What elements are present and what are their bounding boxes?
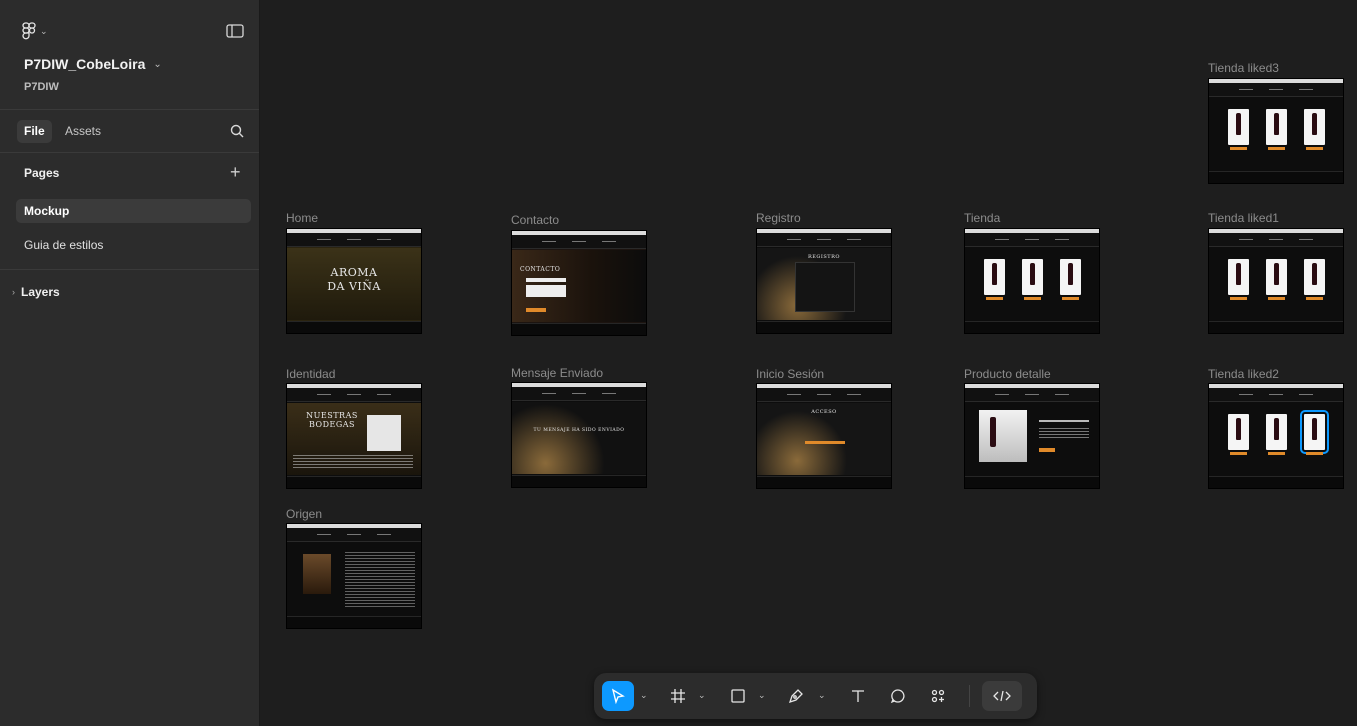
frame-producto-detalle[interactable]	[964, 383, 1100, 489]
divider	[0, 269, 259, 270]
frame-origen[interactable]	[286, 523, 422, 629]
chevron-down-icon[interactable]: ⌄	[818, 690, 826, 701]
pages-header: Pages	[24, 166, 60, 180]
divider	[969, 685, 970, 707]
frame-label-home[interactable]: Home	[286, 211, 318, 225]
project-name: P7DIW_CobeLoira	[24, 56, 146, 72]
dev-mode-toggle[interactable]	[982, 681, 1022, 711]
actions-tool-button[interactable]	[924, 681, 952, 711]
design-canvas[interactable]: Home Contacto Registro Tienda Tienda lik…	[261, 0, 1357, 726]
layers-label: Layers	[21, 285, 60, 299]
left-sidebar: ⌄ P7DIW_CobeLoira ⌄ P7DIW File Assets Pa…	[0, 0, 260, 726]
frame-tienda-liked3[interactable]	[1208, 78, 1344, 184]
frame-contacto[interactable]: CONTACTO	[511, 230, 647, 336]
move-tool-button[interactable]	[602, 681, 634, 711]
search-button[interactable]	[230, 124, 244, 143]
frame-label-tienda-liked3[interactable]: Tienda liked3	[1208, 61, 1279, 75]
frame-icon	[671, 689, 685, 703]
frame-home[interactable]: AROMA DA VIÑA	[286, 228, 422, 334]
toggle-sidebar-button[interactable]	[226, 24, 244, 43]
cursor-icon	[611, 688, 625, 704]
rectangle-icon	[731, 689, 745, 703]
bottom-toolbar: ⌄ ⌄ ⌄ ⌄	[594, 673, 1037, 719]
chevron-down-icon[interactable]: ⌄	[758, 690, 766, 701]
code-icon	[993, 690, 1011, 702]
layers-section-toggle[interactable]: › Layers	[12, 285, 60, 299]
chevron-right-icon: ›	[12, 287, 15, 297]
frame-tienda[interactable]	[964, 228, 1100, 334]
frame-label-origen[interactable]: Origen	[286, 507, 322, 521]
frame-mensaje-enviado[interactable]: TU MENSAJE HA SIDO ENVIADO	[511, 382, 647, 488]
frame-label-producto-detalle[interactable]: Producto detalle	[964, 367, 1051, 381]
comment-tool-button[interactable]	[884, 681, 912, 711]
chevron-down-icon[interactable]: ⌄	[640, 690, 648, 701]
search-icon	[230, 124, 244, 138]
figma-logo-icon	[22, 22, 36, 40]
pen-icon	[788, 689, 803, 704]
frame-label-registro[interactable]: Registro	[756, 211, 801, 225]
frame-label-tienda-liked1[interactable]: Tienda liked1	[1208, 211, 1279, 225]
page-item-guia-de-estilos[interactable]: Guia de estilos	[16, 233, 251, 257]
home-thumb-title: AROMA	[330, 266, 378, 279]
frame-label-tienda[interactable]: Tienda	[964, 211, 1000, 225]
main-menu-button[interactable]: ⌄	[22, 22, 48, 40]
plus-icon: +	[230, 162, 241, 182]
add-page-button[interactable]: +	[230, 163, 241, 181]
sidebar-header: ⌄ P7DIW_CobeLoira ⌄ P7DIW	[0, 0, 259, 110]
sidebar-panel-icon	[226, 24, 244, 38]
frame-label-tienda-liked2[interactable]: Tienda liked2	[1208, 367, 1279, 381]
tab-file[interactable]: File	[17, 120, 52, 143]
registro-thumb-title: REGISTRO	[807, 254, 840, 260]
frame-registro[interactable]: REGISTRO	[756, 228, 892, 334]
comment-icon	[890, 689, 905, 704]
sidebar-tabs: File Assets	[0, 110, 259, 153]
text-icon	[852, 690, 864, 702]
mensaje-thumb-text: TU MENSAJE HA SIDO ENVIADO	[533, 428, 625, 433]
team-name: P7DIW	[24, 81, 59, 93]
chevron-down-icon: ⌄	[40, 25, 48, 36]
frame-label-inicio-sesion[interactable]: Inicio Sesión	[756, 367, 824, 381]
frame-tienda-liked2[interactable]	[1208, 383, 1344, 489]
frame-label-contacto[interactable]: Contacto	[511, 213, 559, 227]
chevron-down-icon: ⌄	[153, 58, 162, 70]
tab-assets[interactable]: Assets	[58, 120, 108, 143]
pen-tool-button[interactable]	[782, 681, 810, 711]
frame-inicio-sesion[interactable]: ACCESO	[756, 383, 892, 489]
frame-tienda-liked1[interactable]	[1208, 228, 1344, 334]
home-thumb-subtitle: DA VIÑA	[327, 280, 381, 293]
page-item-mockup[interactable]: Mockup	[16, 199, 251, 223]
acceso-thumb-title: ACCESO	[811, 409, 837, 415]
shape-tool-button[interactable]	[724, 681, 752, 711]
contacto-thumb-title: CONTACTO	[520, 266, 561, 273]
actions-icon	[931, 689, 945, 703]
frame-label-mensaje-enviado[interactable]: Mensaje Enviado	[511, 366, 603, 380]
frame-identidad[interactable]: NUESTRAS BODEGAS	[286, 383, 422, 489]
frame-label-identidad[interactable]: Identidad	[286, 367, 335, 381]
chevron-down-icon[interactable]: ⌄	[698, 690, 706, 701]
text-tool-button[interactable]	[844, 681, 872, 711]
project-name-dropdown[interactable]: P7DIW_CobeLoira ⌄	[24, 56, 162, 72]
frame-tool-button[interactable]	[664, 681, 692, 711]
